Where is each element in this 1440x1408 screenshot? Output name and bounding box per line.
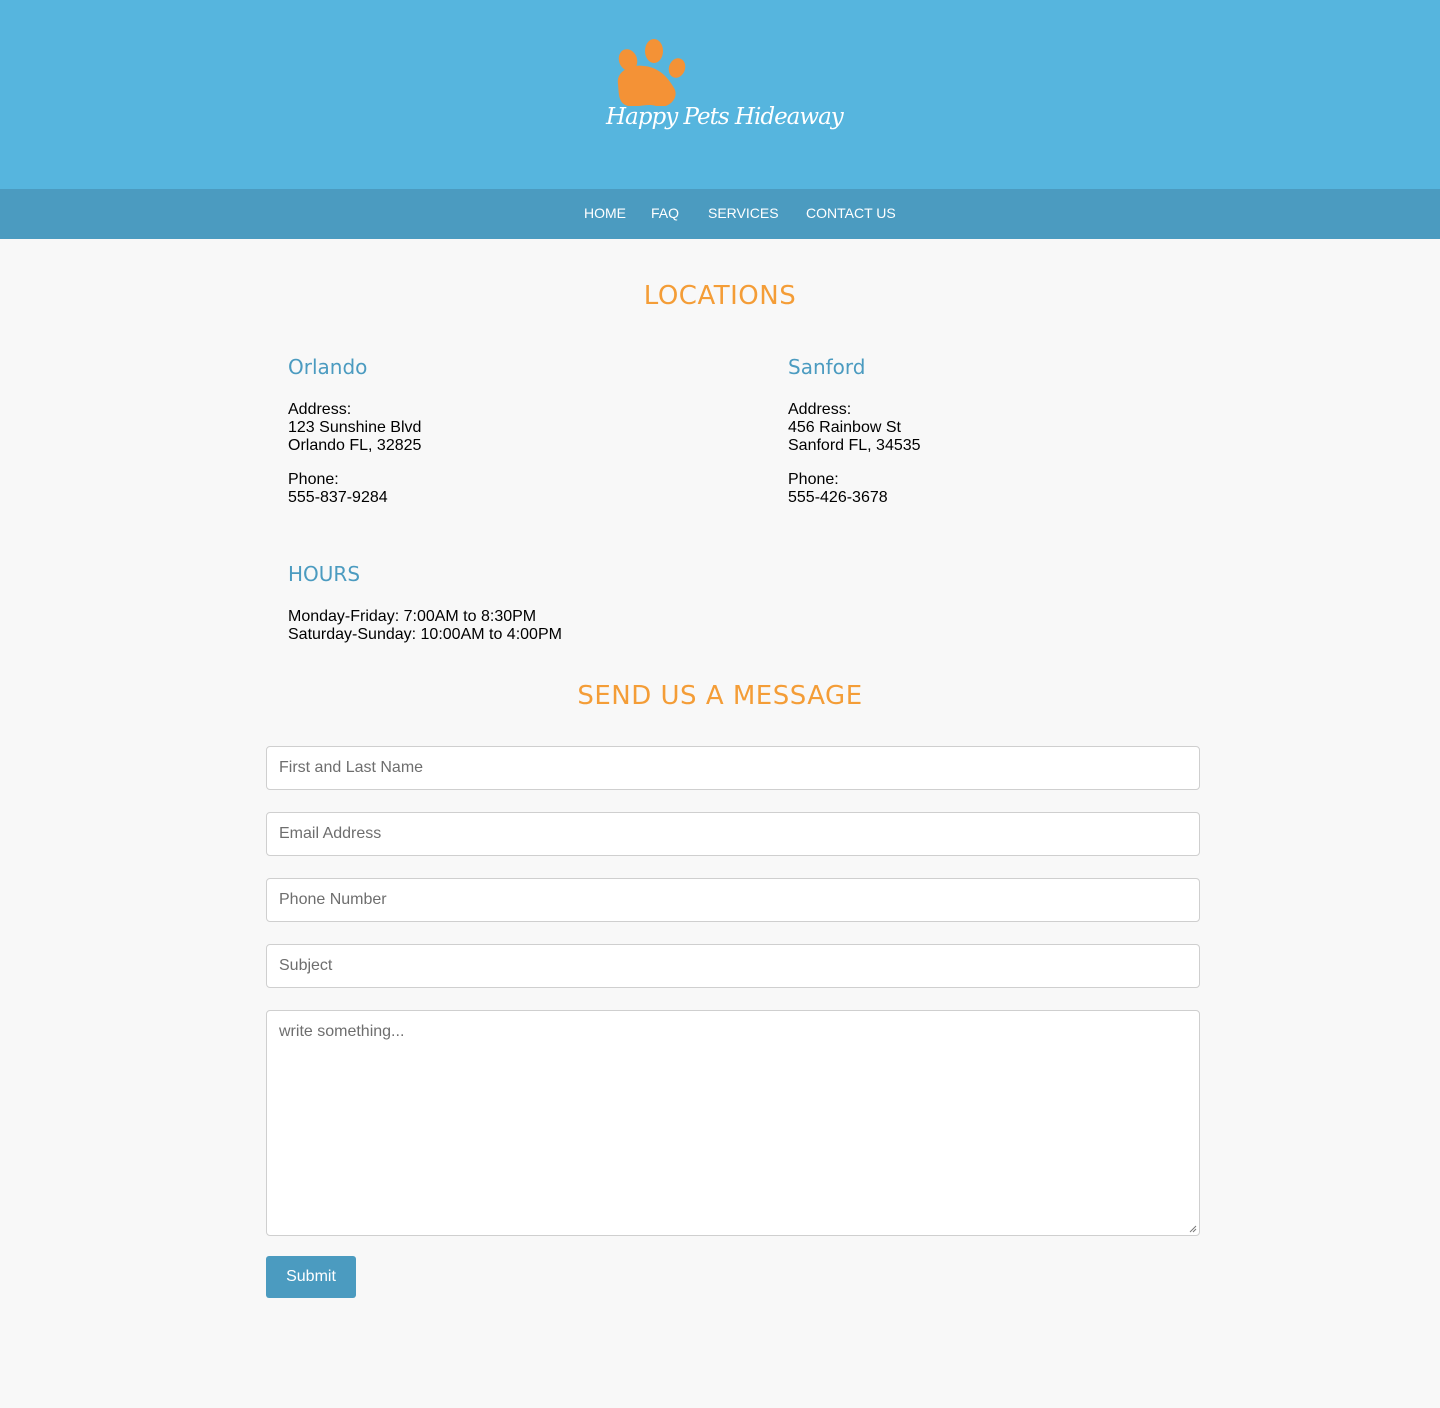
submit-button[interactable]: Submit	[266, 1256, 356, 1298]
email-input[interactable]	[267, 813, 1199, 855]
orlando-phone-label: Phone:	[288, 471, 339, 488]
sanford-title: Sanford	[788, 355, 866, 379]
nav-contact-us[interactable]: CONTACT US	[806, 189, 896, 237]
hours-title: HOURS	[288, 562, 361, 586]
sanford-street: 456 Rainbow St	[788, 419, 901, 436]
sanford-phone-label: Phone:	[788, 471, 839, 488]
main-nav: HOME FAQ SERVICES CONTACT US	[0, 189, 1440, 239]
orlando-phone: 555-837-9284	[288, 489, 388, 506]
orlando-address-label: Address:	[288, 401, 352, 418]
subject-field-box	[266, 944, 1200, 988]
name-field-box	[266, 746, 1200, 790]
nav-services[interactable]: SERVICES	[708, 189, 779, 237]
nav-faq[interactable]: FAQ	[651, 189, 679, 237]
sanford-address-label: Address:	[788, 401, 852, 418]
send-message-title: SEND US A MESSAGE	[577, 681, 863, 711]
logo-text: Happy Pets Hideaway	[606, 104, 844, 130]
resize-grip-icon[interactable]	[1189, 1225, 1197, 1233]
orlando-title: Orlando	[288, 355, 368, 379]
hours-weekday: Monday-Friday: 7:00AM to 8:30PM	[288, 608, 537, 625]
phone-field-box	[266, 878, 1200, 922]
phone-input[interactable]	[267, 879, 1199, 921]
site-header: Happy Pets Hideaway	[0, 0, 1440, 189]
logo[interactable]: Happy Pets Hideaway	[606, 36, 844, 154]
locations-title: LOCATIONS	[643, 281, 797, 311]
message-field-box	[266, 1010, 1200, 1236]
nav-home[interactable]: HOME	[584, 189, 626, 237]
message-textarea[interactable]	[267, 1011, 1199, 1235]
orlando-street: 123 Sunshine Blvd	[288, 419, 422, 436]
name-input[interactable]	[267, 747, 1199, 789]
subject-input[interactable]	[267, 945, 1199, 987]
paw-icon	[617, 39, 686, 106]
sanford-phone: 555-426-3678	[788, 489, 888, 506]
hours-weekend: Saturday-Sunday: 10:00AM to 4:00PM	[288, 626, 562, 643]
orlando-city: Orlando FL, 32825	[288, 437, 422, 454]
sanford-city: Sanford FL, 34535	[788, 437, 921, 454]
email-field-box	[266, 812, 1200, 856]
